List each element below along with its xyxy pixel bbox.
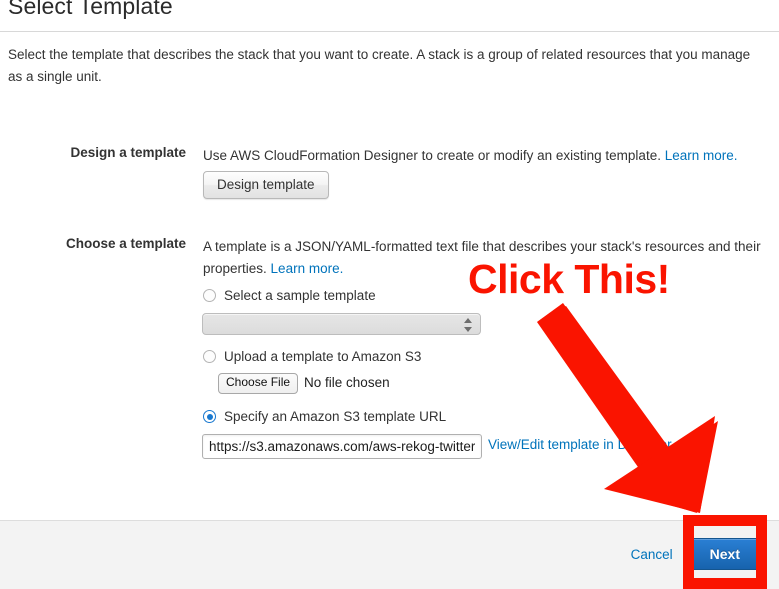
design-learn-more-link[interactable]: Learn more. xyxy=(665,148,738,163)
radio-icon-upload[interactable] xyxy=(203,350,216,363)
sample-template-select[interactable] xyxy=(202,313,481,335)
s3-template-url-input[interactable] xyxy=(202,434,482,459)
choose-a-template-label: Choose a template xyxy=(65,236,186,251)
page-title: Select Template xyxy=(8,0,173,19)
radio-icon-s3-url[interactable] xyxy=(203,410,216,423)
view-edit-template-in-designer-link[interactable]: View/Edit template in Designer xyxy=(488,437,672,452)
choose-learn-more-link[interactable]: Learn more. xyxy=(271,261,344,276)
choose-file-button[interactable]: Choose File xyxy=(218,373,299,394)
radio-label-upload: Upload a template to Amazon S3 xyxy=(224,349,422,364)
cancel-button[interactable]: Cancel xyxy=(631,547,673,562)
radio-option-specify-s3-url[interactable]: Specify an Amazon S3 template URL xyxy=(203,409,446,424)
radio-icon-sample[interactable] xyxy=(203,289,216,302)
design-a-template-description: Use AWS CloudFormation Designer to creat… xyxy=(203,145,763,167)
chevron-updown-icon xyxy=(464,317,473,333)
design-template-button[interactable]: Design template xyxy=(203,171,329,199)
radio-label-sample: Select a sample template xyxy=(224,288,376,303)
title-divider xyxy=(0,31,779,32)
red-arrow-icon xyxy=(537,303,718,513)
footer-actions: Cancel Next xyxy=(631,538,761,570)
radio-option-select-sample-template[interactable]: Select a sample template xyxy=(203,288,376,303)
select-template-page: Select Template Select the template that… xyxy=(0,0,779,589)
design-description-text: Use AWS CloudFormation Designer to creat… xyxy=(203,148,665,163)
radio-option-upload-template[interactable]: Upload a template to Amazon S3 xyxy=(203,349,421,364)
radio-label-s3-url: Specify an Amazon S3 template URL xyxy=(224,409,447,424)
page-footer: Cancel Next xyxy=(0,520,779,589)
file-upload-row: Choose File No file chosen xyxy=(218,373,390,394)
file-status-text: No file chosen xyxy=(304,375,390,390)
page-description: Select the template that describes the s… xyxy=(8,47,751,84)
annotation-overlay: Click This! xyxy=(0,0,779,589)
design-a-template-label: Design a template xyxy=(70,145,186,160)
choose-a-template-description: A template is a JSON/YAML-formatted text… xyxy=(203,236,761,280)
next-button[interactable]: Next xyxy=(688,538,761,570)
